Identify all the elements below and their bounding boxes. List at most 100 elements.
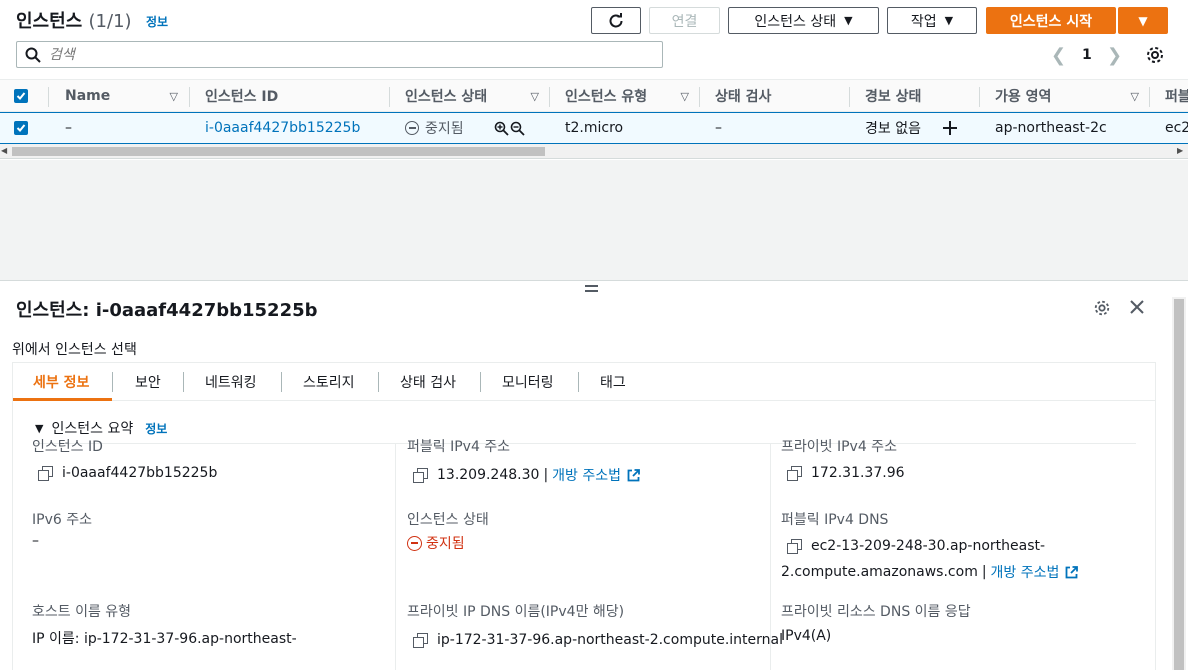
tab-monitoring[interactable]: 모니터링 xyxy=(502,363,554,401)
row-checkbox[interactable] xyxy=(14,113,34,143)
table-empty-area xyxy=(0,160,1188,280)
separator: | xyxy=(543,467,549,483)
instance-id-label: 인스턴스 ID xyxy=(32,439,103,455)
column-header-instance-type[interactable]: 인스턴스 유형 ▽ xyxy=(565,80,699,112)
private-ip-dns-value: ip-172-31-37-96.ap-northeast-2.compute.i… xyxy=(413,632,783,648)
table-row[interactable]: – i-0aaaf4427bb15225b 중지됨 t2.micro – 경보 … xyxy=(0,112,1188,144)
previous-page-icon[interactable]: ❮ xyxy=(1051,44,1066,66)
tab-tags[interactable]: 태그 xyxy=(600,363,626,401)
column-header-public[interactable]: 퍼블 xyxy=(1165,80,1188,112)
instance-state-text: 중지됨 xyxy=(426,536,465,552)
scroll-left-icon[interactable]: ◀ xyxy=(1,146,7,155)
current-page[interactable]: 1 xyxy=(1082,44,1092,66)
details-tabs: 세부 정보 보안 네트워킹 스토리지 상태 검사 모니터링 태그 ▼ 인스턴스 … xyxy=(12,362,1156,670)
caret-down-icon: ▼ xyxy=(944,14,954,27)
sort-icon: ▽ xyxy=(1130,89,1139,103)
hostname-type-label: 호스트 이름 유형 xyxy=(32,604,132,620)
refresh-button[interactable] xyxy=(591,7,641,34)
column-header-status-check[interactable]: 상태 검사 xyxy=(715,80,849,112)
connect-button[interactable]: 연결 xyxy=(649,7,720,34)
private-resource-dns-value: IPv4(A) xyxy=(781,628,832,644)
actions-dropdown[interactable]: 작업 ▼ xyxy=(887,7,977,34)
instance-summary-title: 인스턴스 요약 xyxy=(51,421,134,437)
public-ipv4-value: 13.209.248.30 | 개방 주소법 xyxy=(413,465,640,485)
tab-storage[interactable]: 스토리지 xyxy=(303,363,355,401)
table-header: Name ▽ 인스턴스 ID 인스턴스 상태 ▽ 인스턴스 유형 ▽ 상태 검사 경보… xyxy=(0,79,1188,112)
scrollbar-thumb[interactable] xyxy=(1174,299,1184,670)
instance-id-text: i-0aaaf4427bb15225b xyxy=(62,465,218,481)
active-tab-indicator xyxy=(13,398,112,401)
cell-public: ec2 xyxy=(1165,120,1188,136)
ipv6-label: IPv6 주소 xyxy=(32,512,92,528)
public-dns-value-line1: ec2-13-209-248-30.ap-northeast- xyxy=(787,538,1045,554)
zoom-in-icon[interactable] xyxy=(494,121,509,136)
tab-bar: 세부 정보 보안 네트워킹 스토리지 상태 검사 모니터링 태그 xyxy=(13,363,1155,401)
private-ipv4-value: 172.31.37.96 xyxy=(787,465,905,481)
connect-button-label: 연결 xyxy=(671,13,698,30)
next-page-icon[interactable]: ❯ xyxy=(1107,44,1122,66)
private-ip-dns-text: ip-172-31-37-96.ap-northeast-2.compute.i… xyxy=(437,632,783,648)
cell-instance-id-link[interactable]: i-0aaaf4427bb15225b xyxy=(205,113,385,143)
instance-state-dropdown-label: 인스턴스 상태 xyxy=(754,13,837,30)
refresh-icon xyxy=(609,12,623,27)
split-panel: 인스턴스: i-0aaaf4427bb15225b 위에서 인스턴스 선택 세부… xyxy=(0,280,1188,670)
close-icon[interactable] xyxy=(1128,298,1146,316)
ipv6-value: – xyxy=(32,533,39,549)
copy-icon[interactable] xyxy=(413,633,428,648)
open-address-link[interactable]: 개방 주소법 xyxy=(991,562,1060,582)
instance-state-dropdown[interactable]: 인스턴스 상태 ▼ xyxy=(728,7,879,34)
tab-status-checks[interactable]: 상태 검사 xyxy=(400,363,456,401)
info-link[interactable]: 정보 xyxy=(146,13,168,30)
caret-down-icon: ▼ xyxy=(35,421,44,435)
select-all-checkbox[interactable] xyxy=(14,80,34,112)
caret-down-icon: ▼ xyxy=(1138,13,1148,28)
resize-handle-icon[interactable] xyxy=(585,285,598,294)
zoom-out-icon[interactable] xyxy=(510,121,525,136)
search-input[interactable] xyxy=(49,46,609,63)
separator: | xyxy=(981,564,987,580)
sort-icon: ▽ xyxy=(530,89,539,103)
public-dns-value-line2: 2.compute.amazonaws.com | 개방 주소법 xyxy=(781,562,1079,582)
search-bar[interactable] xyxy=(16,41,663,68)
vertical-scrollbar[interactable] xyxy=(1172,297,1186,670)
copy-icon[interactable] xyxy=(38,466,53,481)
gear-icon[interactable] xyxy=(1093,299,1111,317)
launch-instances-button[interactable]: 인스턴스 시작 xyxy=(986,7,1116,34)
sort-icon: ▽ xyxy=(169,89,178,103)
copy-icon[interactable] xyxy=(787,539,802,554)
hostname-type-value: IP 이름: ip-172-31-37-96.ap-northeast- xyxy=(32,631,297,647)
scroll-right-icon[interactable]: ▶ xyxy=(1177,146,1183,155)
instance-state-label: 인스턴스 상태 xyxy=(407,512,489,528)
column-header-alarm-status[interactable]: 경보 상태 xyxy=(865,80,979,112)
cell-instance-state-label: 중지됨 xyxy=(425,121,464,137)
add-alarm-icon[interactable] xyxy=(942,121,957,135)
sort-icon: ▽ xyxy=(680,89,689,103)
column-header-instance-state[interactable]: 인스턴스 상태 ▽ xyxy=(405,80,549,112)
external-link-icon[interactable] xyxy=(627,468,640,482)
column-header-instance-id[interactable]: 인스턴스 ID xyxy=(205,80,389,112)
tab-details[interactable]: 세부 정보 xyxy=(33,363,89,401)
copy-icon[interactable] xyxy=(787,466,802,481)
instance-summary-header[interactable]: ▼ 인스턴스 요약 정보 xyxy=(35,418,167,438)
copy-icon[interactable] xyxy=(413,468,428,483)
info-link[interactable]: 정보 xyxy=(145,420,167,437)
external-link-icon[interactable] xyxy=(1065,565,1079,579)
tab-networking[interactable]: 네트워킹 xyxy=(205,363,257,401)
column-header-availability-zone[interactable]: 가용 영역 ▽ xyxy=(995,80,1149,112)
horizontal-scrollbar[interactable]: ◀ ▶ xyxy=(0,144,1188,159)
cell-instance-type: t2.micro xyxy=(565,120,624,136)
public-dns-text-line1: ec2-13-209-248-30.ap-northeast- xyxy=(811,538,1046,554)
search-icon xyxy=(25,47,41,63)
selection-count: (1/1) xyxy=(88,11,132,32)
private-ipv4-text: 172.31.37.96 xyxy=(811,465,905,481)
public-ipv4-text: 13.209.248.30 xyxy=(437,467,540,483)
gear-icon[interactable] xyxy=(1145,45,1165,65)
scrollbar-thumb[interactable] xyxy=(12,147,545,156)
launch-options-dropdown[interactable]: ▼ xyxy=(1118,7,1168,34)
cell-alarm-status-label: 경보 없음 xyxy=(865,121,921,137)
open-address-link[interactable]: 개방 주소법 xyxy=(552,465,621,485)
column-header-name[interactable]: Name ▽ xyxy=(65,80,188,112)
tab-security[interactable]: 보안 xyxy=(135,363,161,401)
instances-header: 인스턴스 (1/1) 정보 연결 인스턴스 상태 ▼ 작업 ▼ 인스턴스 시작 … xyxy=(0,0,1188,40)
cell-name: – xyxy=(65,120,72,136)
